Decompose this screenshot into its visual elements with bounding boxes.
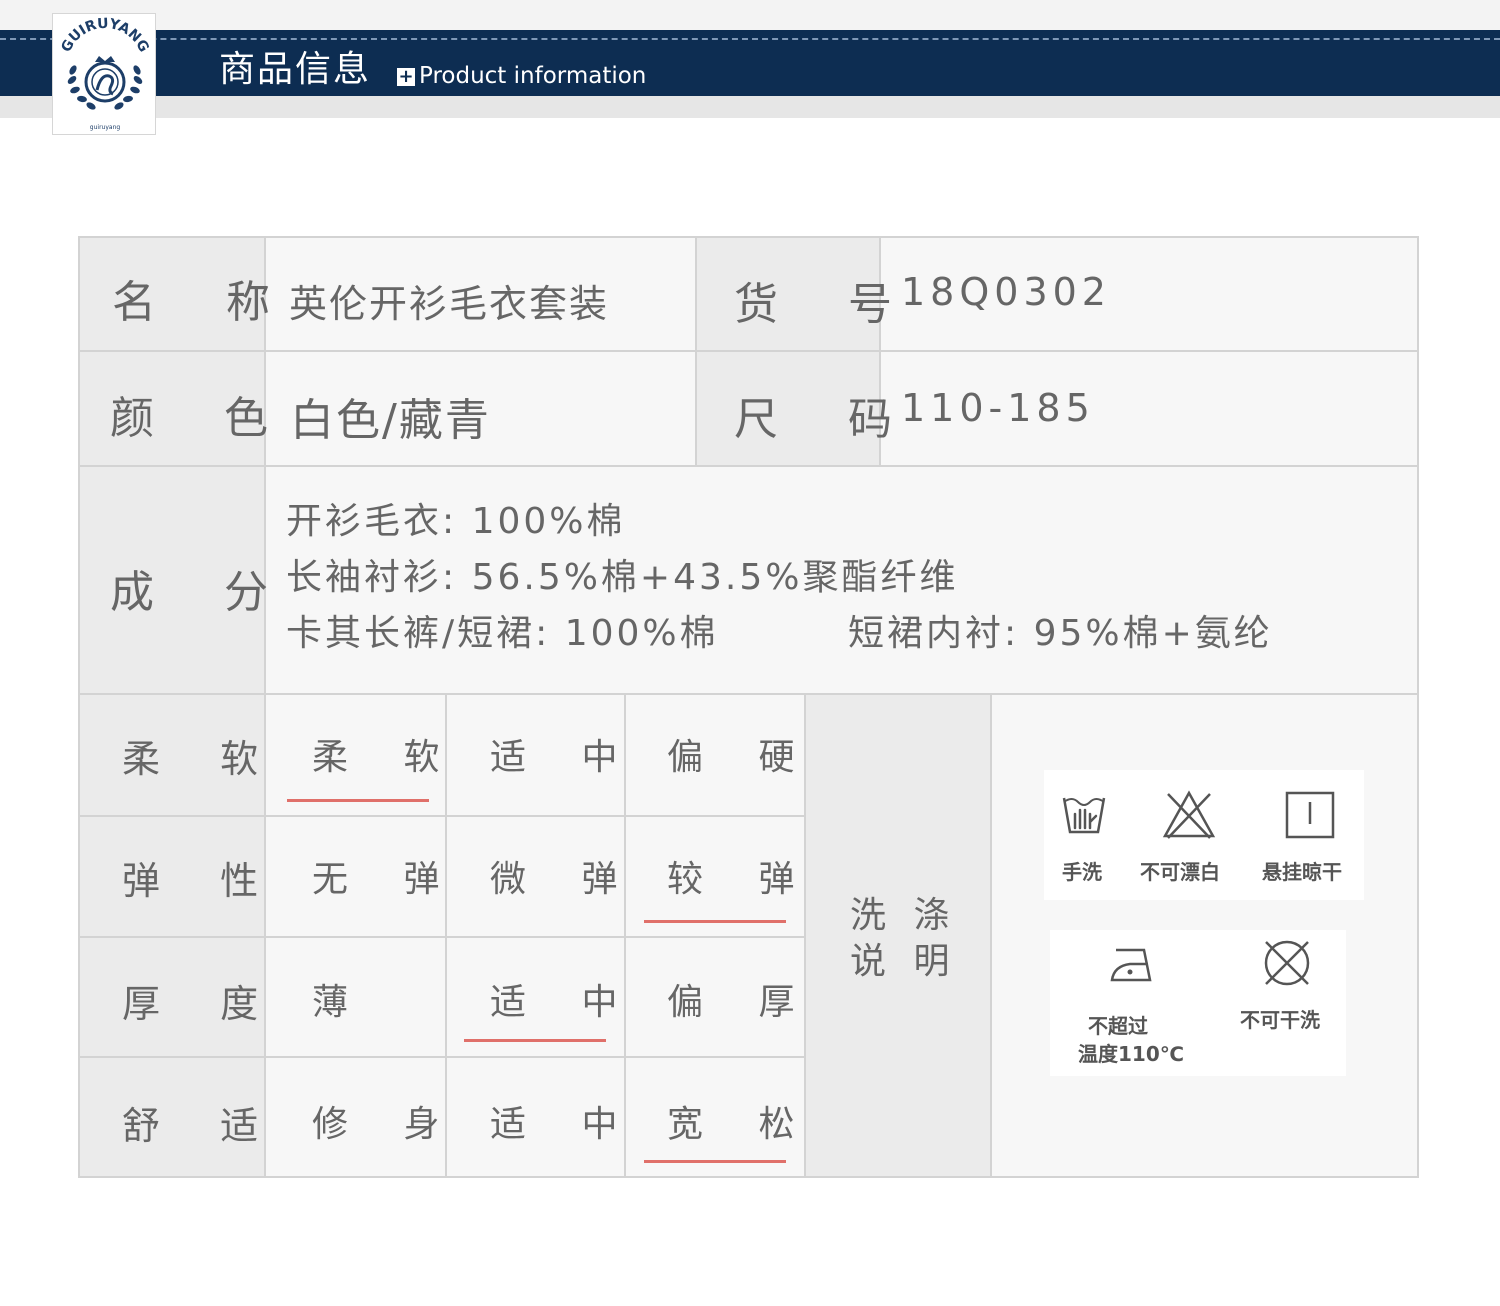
attr-option: 修 身: [312, 1104, 462, 1145]
name-label: 名 称: [112, 277, 298, 328]
composition-label: 成 分: [110, 567, 296, 618]
wash-icons-box: 不超过 温度110℃ 不可干洗: [1050, 930, 1346, 1076]
attr-option: 无 弹: [312, 859, 462, 900]
header-top-strip: [0, 0, 1500, 30]
selected-underline: [464, 1039, 606, 1042]
attr-option: 微 弹: [490, 859, 640, 900]
product-info-table: 名 称 英伦开衫毛衣套装 货 号 18Q0302 颜 色 白色/藏青 尺 码 1…: [78, 236, 1419, 1178]
iron-label-line2: 温度110℃: [1078, 1042, 1184, 1066]
hang-dry-label: 悬挂晾干: [1262, 860, 1342, 884]
no-bleach-icon: [1162, 790, 1216, 839]
no-bleach-label: 不可漂白: [1140, 860, 1220, 884]
brand-logo: GUIRUYANG guiruyang: [52, 13, 156, 135]
crest-icon: GUIRUYANG: [58, 16, 152, 110]
selected-underline: [644, 920, 786, 923]
attr-option: 偏 硬: [667, 737, 817, 778]
name-value: 英伦开衫毛衣套装: [289, 282, 610, 326]
hand-wash-icon: [1062, 797, 1106, 834]
attr-option: 偏 厚: [667, 982, 817, 1023]
attr-option: 适 中: [490, 1104, 640, 1145]
composition-line: 开衫毛衣: 100%棉: [286, 501, 626, 542]
composition-line: 短裙内衬: 95%棉+氨纶: [848, 613, 1273, 654]
hang-dry-icon: [1285, 791, 1335, 839]
selected-underline: [644, 1160, 786, 1163]
iron-label-line1: 不超过: [1088, 1014, 1148, 1038]
composition-line: 长袖衬衫: 56.5%棉+43.5%聚酯纤维: [286, 557, 959, 598]
item-no-value: 18Q0302: [901, 270, 1111, 314]
svg-text:GUIRUYANG: GUIRUYANG: [58, 16, 151, 55]
row-divider: [80, 936, 805, 938]
logo-text: GUIRUYANG: [58, 16, 151, 55]
logo-subtext: guiruyang: [89, 124, 121, 131]
size-value: 110-185: [901, 386, 1095, 430]
selected-underline: [287, 799, 429, 802]
attr-option: 较 弹: [667, 859, 817, 900]
row-divider: [80, 815, 805, 817]
col-divider: [695, 238, 697, 466]
no-dry-clean-icon: [1264, 940, 1310, 986]
plus-square-icon: +: [397, 66, 415, 87]
wash-icons-box: 手洗 不可漂白 悬挂晾干: [1044, 770, 1364, 900]
no-dry-clean-label: 不可干洗: [1240, 1008, 1320, 1032]
attr-option: 适 中: [490, 982, 640, 1023]
label-column-bg: [80, 238, 265, 1176]
header-dashed-line: [0, 38, 1500, 40]
item-no-label: 货 号: [734, 279, 920, 330]
col-divider: [264, 238, 266, 1176]
attr-label-comfort: 舒 适: [122, 1104, 283, 1148]
row-divider: [80, 350, 1417, 352]
attr-label-softness: 柔 软: [122, 737, 283, 781]
attr-option: 宽 松: [667, 1104, 817, 1145]
row-divider: [80, 465, 1417, 467]
page-title: 商品信息: [219, 49, 372, 90]
row-divider: [80, 1056, 805, 1058]
row-divider: [80, 693, 1417, 695]
attr-label-thickness: 厚 度: [122, 982, 283, 1026]
color-value: 白色/藏青: [290, 395, 491, 446]
page-subtitle: + Product information: [397, 62, 646, 90]
wash-label-line2: 说 明: [850, 941, 958, 982]
attr-label-elasticity: 弹 性: [122, 859, 283, 903]
composition-line: 卡其长裤/短裙: 100%棉: [286, 613, 719, 654]
attr-option: 适 中: [490, 737, 640, 778]
wash-label-line1: 洗 涤: [850, 895, 958, 936]
hand-wash-label: 手洗: [1062, 860, 1102, 884]
attr-option: 柔 软: [312, 737, 462, 778]
iron-icon: [1110, 948, 1152, 982]
size-label: 尺 码: [734, 394, 920, 445]
attr-option: 薄: [312, 982, 371, 1023]
page-subtitle-text: Product information: [419, 63, 647, 89]
color-label: 颜 色: [110, 393, 296, 444]
col-divider: [990, 694, 992, 1176]
header-shadow-strip: [0, 96, 1500, 118]
